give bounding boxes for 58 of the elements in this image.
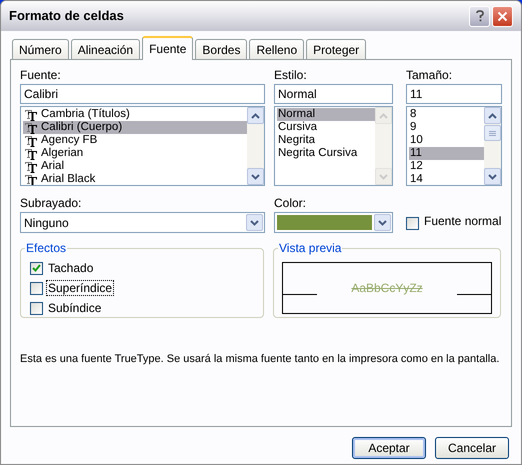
tab[interactable]: Relleno xyxy=(249,39,304,59)
checkbox-label: Subíndice xyxy=(47,301,102,315)
checkbox-label: Fuente normal xyxy=(424,213,502,230)
list-item[interactable]: Cambria (Títulos) xyxy=(23,108,247,121)
tab[interactable]: Proteger xyxy=(306,39,366,59)
list-item[interactable]: Normal xyxy=(277,108,375,121)
color-dropdown[interactable] xyxy=(274,212,393,233)
checkbox[interactable] xyxy=(30,282,43,294)
tab[interactable]: Número xyxy=(12,39,69,59)
scrollbar-drawing[interactable] xyxy=(484,107,501,185)
info-text: Esta es una fuente TrueType. Se usará la misma fuente tanto en la impresora como en la pantalla. xyxy=(20,352,500,367)
close-icon[interactable] xyxy=(492,6,513,26)
text-field[interactable]: Calibri xyxy=(20,84,265,104)
text-field[interactable]: 11 xyxy=(406,84,502,104)
truetype-icon xyxy=(24,122,38,134)
checkbox[interactable] xyxy=(406,217,419,230)
list-item[interactable]: 10 xyxy=(409,134,484,147)
checkbox-label: Superíndice xyxy=(47,281,114,295)
list-item[interactable]: Agency FB xyxy=(23,134,247,147)
truetype-icon xyxy=(24,134,38,146)
list-item[interactable]: Calibri (Cuerpo) xyxy=(23,121,247,134)
list-item[interactable]: Arial Black xyxy=(23,173,247,185)
list-item[interactable]: Algerian xyxy=(23,147,247,160)
group-title: Vista previa xyxy=(278,241,342,255)
truetype-icon xyxy=(24,174,38,185)
tab[interactable]: Bordes xyxy=(195,39,248,59)
tab[interactable]: Alineación xyxy=(70,39,140,59)
list-item[interactable]: 14 xyxy=(409,173,484,185)
scrollbar-drawing[interactable] xyxy=(375,107,392,185)
checkbox-label: Tachado xyxy=(47,261,94,275)
list-item[interactable]: 11 xyxy=(409,147,484,160)
list-item[interactable]: Arial xyxy=(23,160,247,173)
field-label: Subrayado: xyxy=(20,196,82,210)
preview-sample: AaBbCcYyZz xyxy=(350,280,424,297)
truetype-icon xyxy=(24,108,38,120)
window-title: Formato de celdas xyxy=(9,7,125,26)
field-label: Color: xyxy=(274,196,308,210)
checkbox[interactable] xyxy=(30,302,43,314)
dialog-button[interactable]: Aceptar xyxy=(352,437,426,459)
scrollbar-drawing[interactable] xyxy=(247,107,264,185)
list-item[interactable]: Cursiva xyxy=(277,121,375,134)
dropdown[interactable]: Ninguno xyxy=(20,212,265,233)
truetype-icon xyxy=(24,160,38,172)
help-icon[interactable] xyxy=(469,6,490,26)
checkbox[interactable] xyxy=(30,262,43,274)
text-field[interactable]: Normal xyxy=(274,84,393,104)
truetype-icon xyxy=(24,148,38,160)
tab[interactable]: Fuente xyxy=(142,36,194,60)
list-item[interactable]: 8 xyxy=(409,108,484,121)
dialog-button[interactable]: Cancelar xyxy=(435,437,509,459)
list-item[interactable]: Negrita xyxy=(277,134,375,147)
list-item[interactable]: 12 xyxy=(409,160,484,173)
list-item[interactable]: 9 xyxy=(409,121,484,134)
field-label: Tamaño: xyxy=(406,68,454,82)
field-label: Estilo: xyxy=(274,68,308,82)
group-title: Efectos xyxy=(25,241,68,255)
list-item[interactable]: Negrita Cursiva xyxy=(277,147,375,160)
field-label: Fuente: xyxy=(20,68,62,82)
